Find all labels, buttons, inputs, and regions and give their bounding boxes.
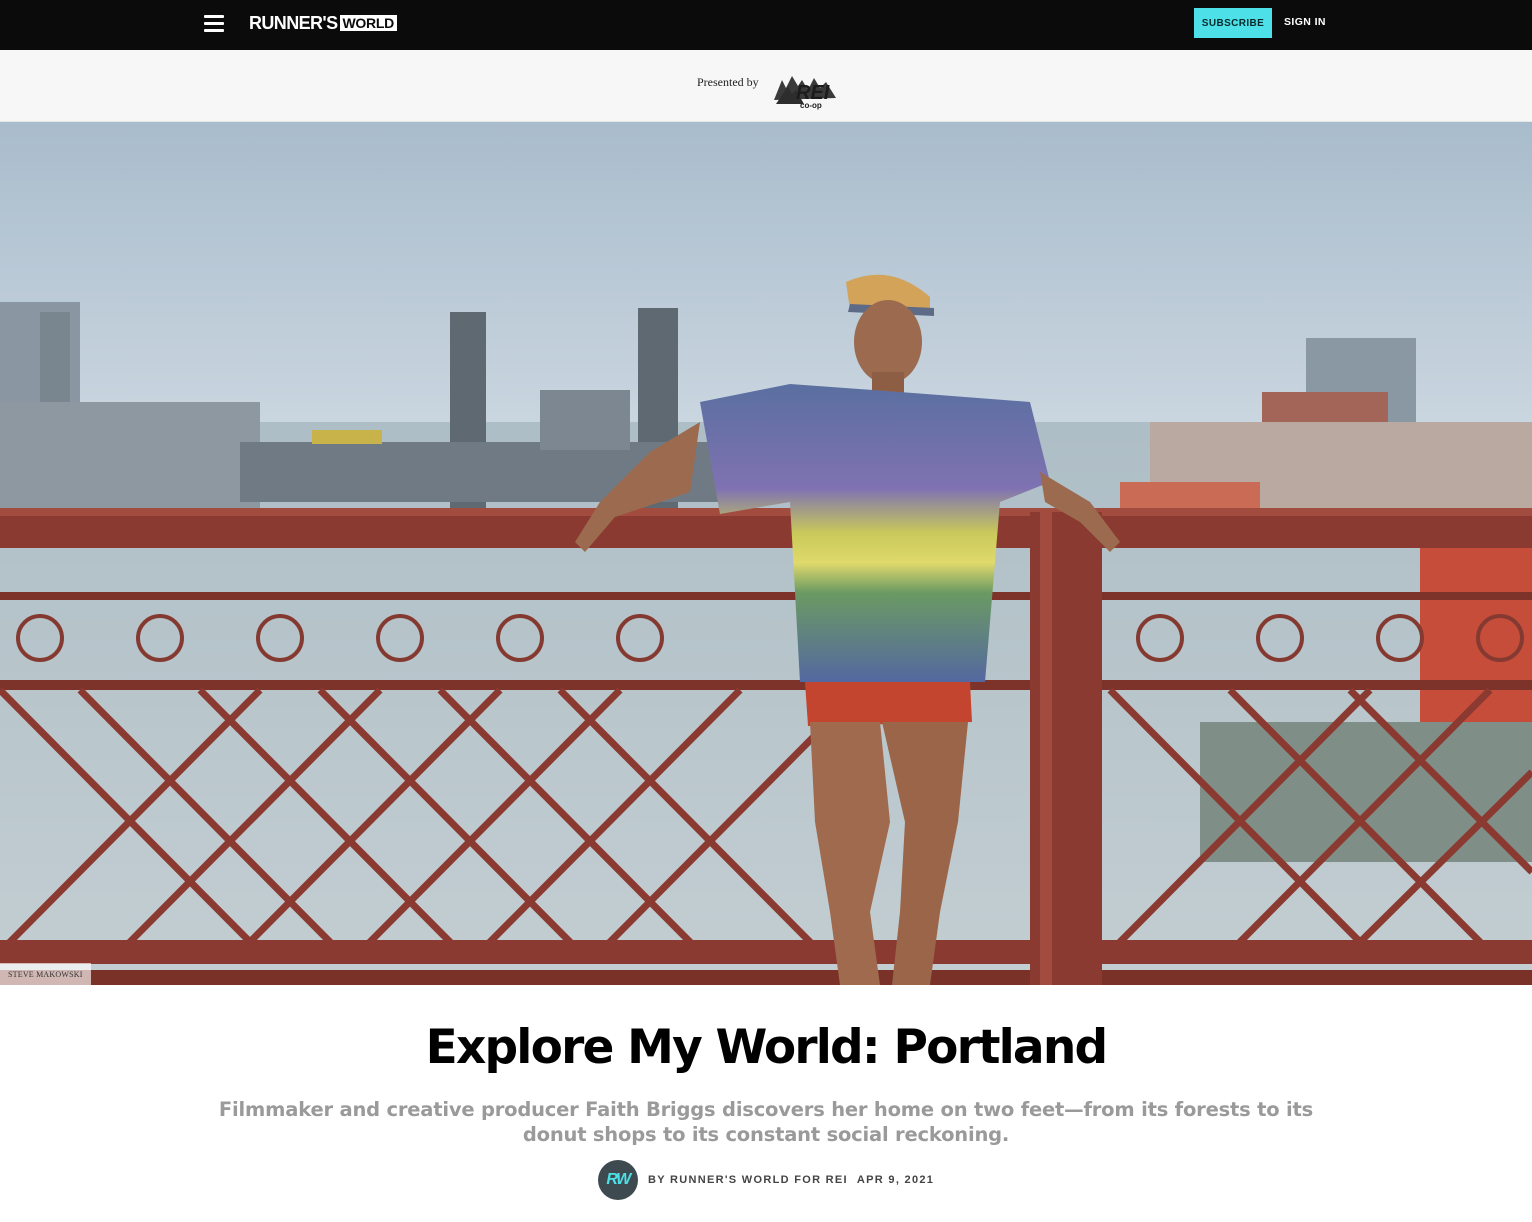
rei-logo-sub: co-op — [800, 101, 822, 110]
logo-badge: WORLD — [339, 15, 397, 31]
site-logo[interactable]: RUNNER'S WORLD — [249, 12, 397, 34]
presented-by-label: Presented by — [697, 75, 759, 89]
top-nav: RUNNER'S WORLD SUBSCRIBE SIGN IN — [0, 0, 1532, 50]
publish-date: APR 9, 2021 — [856, 1174, 935, 1186]
article-dek: Filmmaker and creative producer Faith Br… — [218, 1098, 1314, 1146]
article-title: Explore My World: Portland — [425, 1020, 1109, 1075]
byline: RW BY RUNNER'S WORLD FOR REI APR 9, 2021 — [598, 1160, 934, 1200]
hero-photo-illustration — [0, 122, 1532, 985]
author-avatar[interactable]: RW — [598, 1160, 638, 1200]
photo-credit: STEVE MAKOWSKI — [0, 963, 91, 985]
rei-logo[interactable]: REI co-op — [770, 64, 844, 110]
sign-in-link[interactable]: SIGN IN — [1284, 16, 1326, 28]
subscribe-button[interactable]: SUBSCRIBE — [1194, 8, 1272, 38]
author-byline[interactable]: BY RUNNER'S WORLD FOR REI — [648, 1174, 848, 1186]
sponsor-bar: Presented by REI co-op — [0, 50, 1532, 122]
logo-wordmark: RUNNER'S — [249, 12, 338, 33]
hero-image — [0, 122, 1532, 985]
hamburger-menu-icon[interactable] — [202, 12, 226, 34]
